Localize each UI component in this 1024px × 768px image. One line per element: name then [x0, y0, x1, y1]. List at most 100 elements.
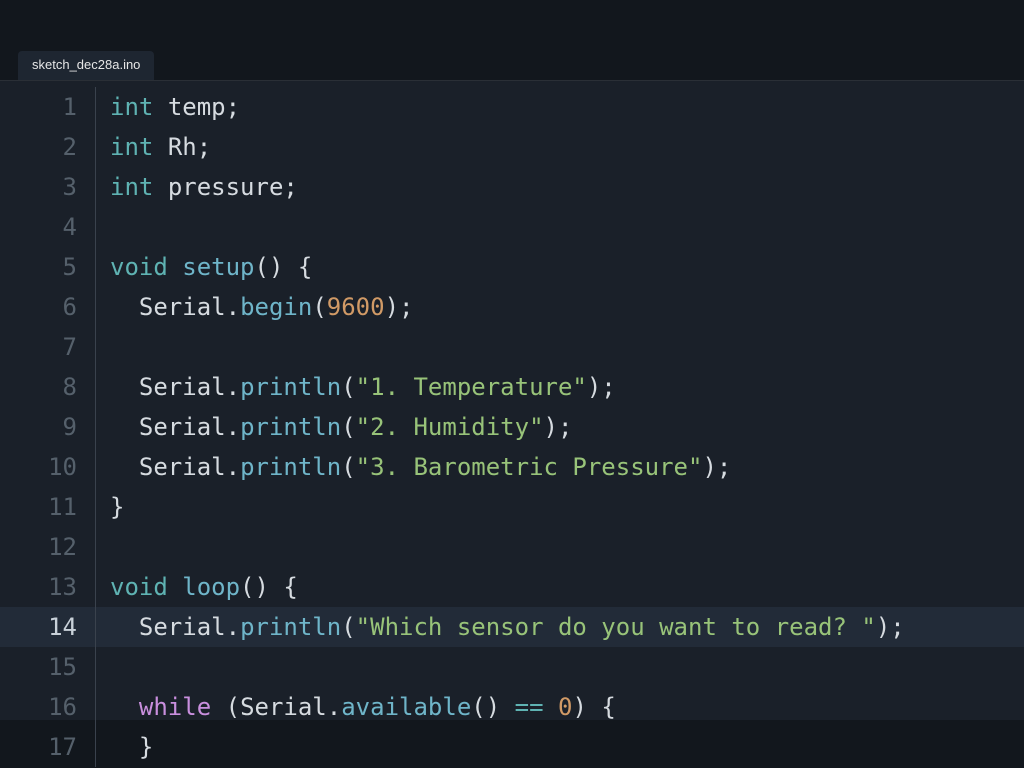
code-content[interactable]: }	[96, 727, 153, 767]
token-punc: {	[601, 693, 615, 721]
token-punc: .	[226, 373, 240, 401]
token-punc: .	[226, 413, 240, 441]
code-line[interactable]: 16 while (Serial.available() == 0) {	[0, 687, 1024, 727]
token-plain	[269, 573, 283, 601]
code-line[interactable]: 4	[0, 207, 1024, 247]
line-number: 14	[0, 607, 96, 647]
line-number: 4	[0, 207, 96, 247]
line-number: 1	[0, 87, 96, 127]
token-punc: );	[587, 373, 616, 401]
line-number: 8	[0, 367, 96, 407]
code-content[interactable]: int Rh;	[96, 127, 211, 167]
token-punc: .	[327, 693, 341, 721]
code-line[interactable]: 13void loop() {	[0, 567, 1024, 607]
token-plain	[110, 613, 139, 641]
token-punc: ()	[255, 253, 284, 281]
token-obj: Serial	[139, 453, 226, 481]
code-line[interactable]: 14 Serial.println("Which sensor do you w…	[0, 607, 1024, 647]
code-line[interactable]: 3int pressure;	[0, 167, 1024, 207]
code-content[interactable]	[96, 647, 110, 687]
token-plain	[168, 573, 182, 601]
line-number: 12	[0, 527, 96, 567]
token-plain	[110, 413, 139, 441]
code-line[interactable]: 7	[0, 327, 1024, 367]
code-content[interactable]: void setup() {	[96, 247, 312, 287]
token-num: 9600	[327, 293, 385, 321]
token-punc: (	[226, 693, 240, 721]
code-content[interactable]: while (Serial.available() == 0) {	[96, 687, 616, 727]
token-num: 0	[558, 693, 572, 721]
line-number: 6	[0, 287, 96, 327]
code-content[interactable]: int pressure;	[96, 167, 298, 207]
code-editor[interactable]: 1int temp;2int Rh;3int pressure;45void s…	[0, 80, 1024, 720]
line-number: 2	[0, 127, 96, 167]
token-punc: }	[110, 493, 124, 521]
code-line[interactable]: 12	[0, 527, 1024, 567]
line-number: 9	[0, 407, 96, 447]
code-content[interactable]: Serial.println("1. Temperature");	[96, 367, 616, 407]
token-punc: );	[702, 453, 731, 481]
code-content[interactable]: }	[96, 487, 124, 527]
code-line[interactable]: 8 Serial.println("1. Temperature");	[0, 367, 1024, 407]
code-line[interactable]: 15	[0, 647, 1024, 687]
code-line[interactable]: 17 }	[0, 727, 1024, 767]
code-line[interactable]: 11}	[0, 487, 1024, 527]
code-content[interactable]: Serial.println("Which sensor do you want…	[96, 607, 905, 647]
token-type: int	[110, 93, 153, 121]
code-content[interactable]: void loop() {	[96, 567, 298, 607]
token-plain	[110, 733, 139, 761]
token-func: begin	[240, 293, 312, 321]
token-plain	[153, 173, 167, 201]
token-func: println	[240, 453, 341, 481]
token-punc: );	[544, 413, 573, 441]
code-content[interactable]	[96, 327, 110, 367]
code-line[interactable]: 5void setup() {	[0, 247, 1024, 287]
token-func: setup	[182, 253, 254, 281]
line-number: 10	[0, 447, 96, 487]
token-obj: Serial	[139, 613, 226, 641]
token-punc: }	[139, 733, 153, 761]
token-plain	[153, 133, 167, 161]
code-line[interactable]: 6 Serial.begin(9600);	[0, 287, 1024, 327]
token-plain	[110, 373, 139, 401]
token-type: int	[110, 173, 153, 201]
token-plain	[587, 693, 601, 721]
line-number: 16	[0, 687, 96, 727]
token-func: println	[240, 373, 341, 401]
token-ident: pressure	[168, 173, 284, 201]
token-obj: Serial	[240, 693, 327, 721]
code-line[interactable]: 10 Serial.println("3. Barometric Pressur…	[0, 447, 1024, 487]
line-number: 3	[0, 167, 96, 207]
editor-window: sketch_dec28a.ino 1int temp;2int Rh;3int…	[0, 0, 1024, 768]
token-str: "3. Barometric Pressure"	[356, 453, 703, 481]
token-type: void	[110, 573, 168, 601]
token-obj: Serial	[139, 293, 226, 321]
code-line[interactable]: 9 Serial.println("2. Humidity");	[0, 407, 1024, 447]
token-func: loop	[182, 573, 240, 601]
code-content[interactable]: Serial.begin(9600);	[96, 287, 413, 327]
token-plain	[153, 93, 167, 121]
token-plain	[110, 293, 139, 321]
token-punc: ()	[240, 573, 269, 601]
token-type: int	[110, 133, 153, 161]
token-plain	[500, 693, 514, 721]
token-str: "Which sensor do you want to read? "	[356, 613, 876, 641]
code-line[interactable]: 2int Rh;	[0, 127, 1024, 167]
code-line[interactable]: 1int temp;	[0, 87, 1024, 127]
code-content[interactable]: int temp;	[96, 87, 240, 127]
token-func: println	[240, 413, 341, 441]
code-content[interactable]	[96, 527, 110, 567]
code-content[interactable]	[96, 207, 110, 247]
token-punc: ;	[197, 133, 211, 161]
line-number: 11	[0, 487, 96, 527]
file-tab[interactable]: sketch_dec28a.ino	[18, 51, 154, 80]
token-ident: Rh	[168, 133, 197, 161]
line-number: 15	[0, 647, 96, 687]
token-punc: );	[876, 613, 905, 641]
token-punc: .	[226, 613, 240, 641]
token-plain	[168, 253, 182, 281]
token-punc: )	[572, 693, 586, 721]
tab-bar: sketch_dec28a.ino	[0, 48, 1024, 80]
code-content[interactable]: Serial.println("2. Humidity");	[96, 407, 572, 447]
code-content[interactable]: Serial.println("3. Barometric Pressure")…	[96, 447, 731, 487]
